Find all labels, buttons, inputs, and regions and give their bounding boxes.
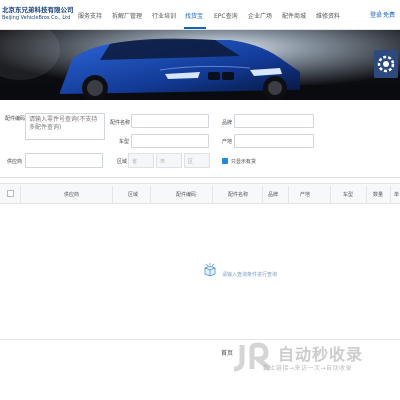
nav-service-support[interactable]: 服务支持 <box>78 11 102 20</box>
results-table-header: 供应商 区域 配件编码 配件名称 品牌 产地 车型 数量 单 <box>0 183 400 204</box>
nav-enterprise-square[interactable]: 企业广场 <box>248 11 272 20</box>
only-in-stock-checkbox[interactable] <box>222 158 228 173</box>
column-divider <box>262 186 263 203</box>
region-city-select[interactable]: 市 <box>156 153 182 168</box>
col-model[interactable]: 车型 <box>343 191 353 198</box>
column-divider <box>112 186 113 203</box>
col-supplier[interactable]: 供应商 <box>64 191 79 198</box>
header-divider <box>379 10 380 17</box>
col-unit[interactable]: 单 <box>394 191 399 198</box>
part-name-input[interactable] <box>131 114 209 128</box>
column-divider <box>330 186 331 203</box>
company-name-en: Beijing VehicleBros Co., Ltd <box>2 15 71 21</box>
search-form: 配件编码 请输入零件号查询(不支持多配件查询) 配件名称 品牌 车型 产地 供应… <box>0 100 400 178</box>
watermark-title: 自动秒收录 <box>278 345 364 364</box>
empty-state-text: 请输入查询条件进行查询 <box>222 272 278 278</box>
part-code-label: 配件编码 <box>5 116 26 122</box>
model-label: 车型 <box>119 139 130 145</box>
model-input[interactable] <box>131 134 209 148</box>
nav-repair-docs[interactable]: 维修资料 <box>316 11 340 20</box>
check-icon <box>222 168 228 173</box>
col-quantity[interactable]: 数量 <box>373 191 383 198</box>
region-label: 区域 <box>117 159 128 165</box>
origin-input[interactable] <box>234 134 314 148</box>
col-origin[interactable]: 产地 <box>300 191 310 198</box>
gear-icon <box>377 55 395 73</box>
car-banner-image <box>0 30 400 100</box>
empty-box-icon <box>203 262 217 277</box>
results-table-body <box>0 204 400 340</box>
brand-input[interactable] <box>234 114 314 128</box>
supplier-label: 供应商 <box>7 159 23 165</box>
col-brand[interactable]: 品牌 <box>268 191 278 198</box>
hero-banner <box>0 30 400 100</box>
register-link[interactable]: 免费 <box>383 10 395 19</box>
part-code-input[interactable]: 请输入零件号查询(不支持多配件查询) <box>25 113 105 140</box>
nav-epc-query[interactable]: EPC查询 <box>214 11 238 20</box>
only-in-stock-label: 只显示有货 <box>231 159 257 165</box>
brand-label: 品牌 <box>222 120 233 126</box>
col-part-code[interactable]: 配件编码 <box>176 191 196 198</box>
column-divider <box>390 186 391 203</box>
column-divider <box>288 186 289 203</box>
column-divider <box>212 186 213 203</box>
part-name-label: 配件名称 <box>110 120 131 126</box>
column-divider <box>20 186 21 203</box>
top-header: 北京东兄弟科技有限公司 Beijing VehicleBros Co., Ltd… <box>0 0 400 30</box>
watermark-subtitle: 数上链接→来访一次→自动收录 <box>263 365 353 372</box>
origin-label: 产地 <box>222 139 233 145</box>
region-district-select[interactable]: 区 <box>184 153 210 168</box>
column-divider <box>366 186 367 203</box>
nav-parts-mall[interactable]: 配件商城 <box>282 11 306 20</box>
select-all-checkbox[interactable] <box>7 190 14 197</box>
col-region[interactable]: 区域 <box>128 191 138 198</box>
gear-action-button[interactable] <box>374 50 398 78</box>
active-nav-underline <box>184 27 206 29</box>
region-province-select[interactable]: 省 <box>128 153 154 168</box>
nav-find-parts[interactable]: 找货宝 <box>185 11 203 20</box>
nav-dismantler-mgmt[interactable]: 拆解厂管理 <box>112 11 142 20</box>
nav-industry-training[interactable]: 行业培训 <box>152 11 176 20</box>
login-link[interactable]: 登录 <box>370 10 382 19</box>
column-divider <box>150 186 151 203</box>
supplier-input[interactable] <box>25 153 103 168</box>
col-part-name[interactable]: 配件名称 <box>228 191 248 198</box>
company-name[interactable]: 北京东兄弟科技有限公司 <box>2 4 74 14</box>
